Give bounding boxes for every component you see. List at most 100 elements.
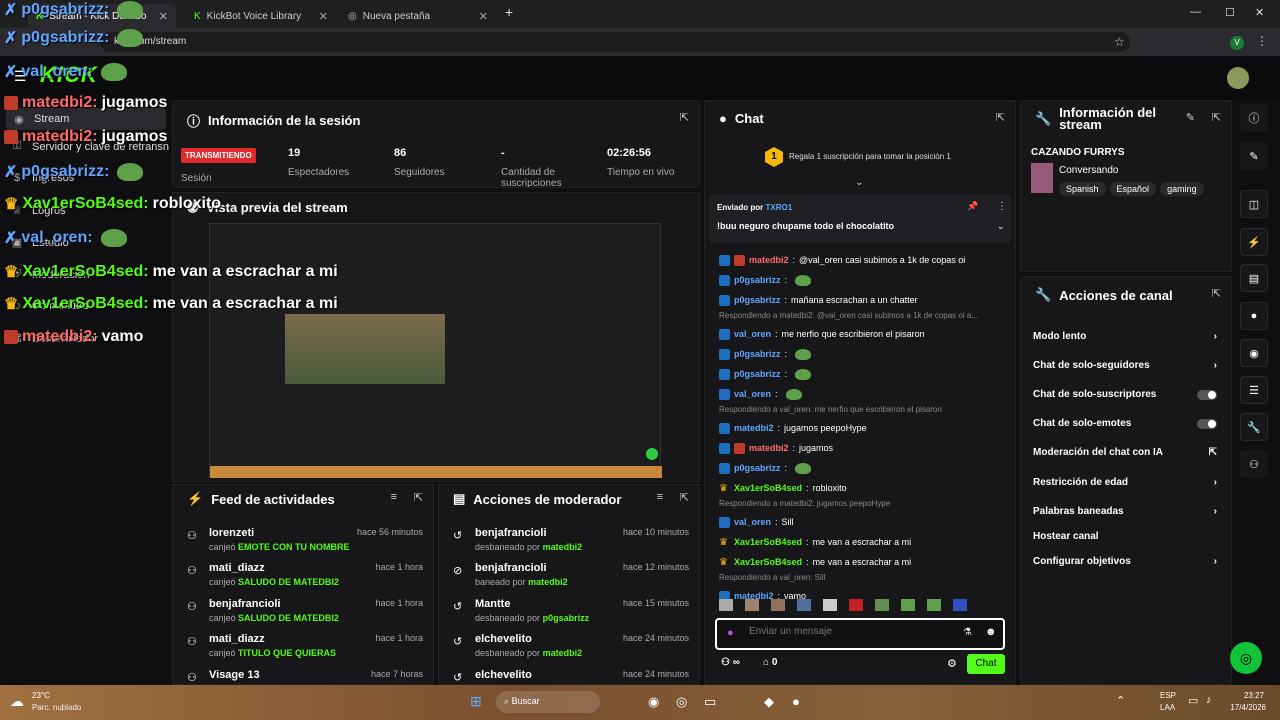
popout-icon[interactable]: ⇱ — [680, 111, 689, 124]
chat-username[interactable]: val_oren — [734, 517, 771, 527]
tag[interactable]: Spanish — [1059, 182, 1106, 196]
filter-icon[interactable]: ≡ — [657, 491, 663, 503]
clock-time[interactable]: 23:27 — [1228, 691, 1264, 700]
popout-icon[interactable]: ⇱ — [996, 111, 1005, 124]
obs-icon[interactable]: ● — [792, 694, 800, 709]
settings-gear-icon[interactable]: ⚙ — [947, 657, 957, 670]
more-icon[interactable]: ⋮ — [997, 201, 1007, 212]
chat-username[interactable]: p0gsabrizz — [734, 295, 781, 305]
chat-input-box[interactable]: ● ⚗ ☻ — [715, 618, 1005, 650]
chat-username[interactable]: p0gsabrizz — [734, 463, 781, 473]
chat-username[interactable]: p0gsabrizz — [734, 369, 781, 379]
mod-target-user[interactable]: benjafrancioli — [475, 527, 547, 539]
filter-icon[interactable]: ≡ — [391, 491, 397, 503]
new-tab-button[interactable]: + — [505, 4, 513, 20]
close-tab-icon[interactable]: ✕ — [479, 10, 488, 23]
toggle-switch[interactable] — [1197, 389, 1217, 400]
chat-username[interactable]: Xav1erSoB4sed — [734, 537, 802, 547]
server-icon[interactable]: ☰ — [1240, 376, 1268, 404]
emote-icon[interactable] — [849, 599, 863, 611]
chat-bubble-icon[interactable]: ● — [1240, 302, 1268, 330]
action-age-restriction[interactable]: Restricción de edad › — [1033, 477, 1217, 488]
chat-username[interactable]: matedbi2 — [734, 423, 774, 433]
chat-input[interactable] — [749, 626, 949, 637]
activity-user[interactable]: Visage 13 — [209, 669, 260, 681]
tray-chevron-icon[interactable]: ⌃ — [1116, 694, 1125, 707]
pin-icon[interactable]: 📌 — [967, 201, 978, 212]
emote-icon[interactable] — [953, 599, 967, 611]
pencil-icon[interactable]: ✎ — [1240, 142, 1268, 170]
maximize-button[interactable]: ☐ — [1225, 6, 1235, 19]
chevron-down-icon[interactable]: ⌄ — [855, 177, 863, 188]
pinned-user[interactable]: TXRO1 — [765, 203, 792, 212]
toggle-switch[interactable] — [1197, 418, 1217, 429]
close-window-button[interactable]: ✕ — [1255, 6, 1264, 19]
bolt-icon[interactable]: ⚡ — [1240, 228, 1268, 256]
mod-target-user[interactable]: elchevelito — [475, 633, 532, 645]
chat-username[interactable]: matedbi2 — [749, 443, 789, 453]
emote-icon[interactable] — [719, 599, 733, 611]
minimize-button[interactable]: — — [1190, 6, 1201, 18]
expand-icon[interactable]: ⌄ — [997, 221, 1005, 232]
emote-icon[interactable] — [771, 599, 785, 611]
user-avatar[interactable] — [1227, 67, 1249, 89]
tag[interactable]: gaming — [1160, 182, 1204, 196]
emote-icon[interactable] — [901, 599, 915, 611]
action-goals[interactable]: Configurar objetivos › — [1033, 556, 1217, 567]
emote-icon[interactable] — [875, 599, 889, 611]
network-icon[interactable]: ▭ — [1188, 694, 1198, 707]
bookmark-star-icon[interactable]: ☆ — [1114, 35, 1125, 49]
action-host-channel[interactable]: Hostear canal — [1033, 531, 1217, 542]
close-tab-icon[interactable]: ✕ — [159, 10, 168, 23]
browser-tab[interactable]: ◎ Nueva pestaña ✕ — [340, 4, 496, 28]
popout-icon[interactable]: ⇱ — [680, 491, 689, 504]
chat-username[interactable]: Xav1erSoB4sed — [734, 483, 802, 493]
chat-username[interactable]: p0gsabrizz — [734, 275, 781, 285]
activity-user[interactable]: lorenzeti — [209, 527, 254, 539]
microphone-icon[interactable]: ● — [727, 627, 734, 639]
chat-username[interactable]: p0gsabrizz — [734, 349, 781, 359]
mod-target-user[interactable]: elchevelito — [475, 669, 532, 681]
url-field[interactable]: kick.com/stream — [100, 32, 1130, 52]
tag[interactable]: Español — [1109, 182, 1157, 196]
kickbot-icon[interactable]: ⚗ — [963, 627, 972, 638]
info-icon[interactable]: ⓘ — [1240, 104, 1268, 132]
points-icon[interactable]: ⚇ — [1240, 450, 1268, 478]
points-display[interactable]: ⚇ ∞ — [721, 657, 740, 668]
camera-icon[interactable]: ◫ — [1240, 190, 1268, 218]
action-followers-only[interactable]: Chat de solo-seguidores › — [1033, 360, 1217, 371]
emote-icon[interactable] — [797, 599, 811, 611]
send-chat-button[interactable]: Chat — [967, 654, 1005, 674]
action-slow-mode[interactable]: Modo lento › — [1033, 331, 1217, 342]
gift-display[interactable]: ⌂ 0 — [763, 657, 777, 668]
edit-icon[interactable]: ✎ — [1186, 111, 1195, 124]
broadcast-icon[interactable]: ◉ — [1240, 339, 1268, 367]
chat-username[interactable]: val_oren — [734, 329, 771, 339]
popout-icon[interactable]: ⇱ — [414, 491, 423, 504]
action-emotes-only[interactable]: Chat de solo-emotes — [1033, 418, 1217, 429]
weather-temp[interactable]: 23°C — [32, 691, 50, 700]
action-subs-only[interactable]: Chat de solo-suscriptores — [1033, 389, 1217, 400]
emote-icon[interactable] — [823, 599, 837, 611]
taskbar-search[interactable]: ⌕ Buscar — [496, 691, 600, 713]
discord-icon[interactable]: ◉ — [648, 694, 659, 710]
emote-icon[interactable] — [745, 599, 759, 611]
activity-user[interactable]: mati_diazz — [209, 562, 265, 574]
activity-user[interactable]: mati_diazz — [209, 633, 265, 645]
action-ai-moderation[interactable]: Moderación del chat con IA ⇱ — [1033, 447, 1217, 458]
volume-icon[interactable]: ♪ — [1206, 694, 1212, 706]
chat-username[interactable]: matedbi2 — [749, 255, 789, 265]
chat-username[interactable]: Xav1erSoB4sed — [734, 557, 802, 567]
explorer-icon[interactable]: ▭ — [704, 694, 716, 710]
activity-user[interactable]: benjafrancioli — [209, 598, 281, 610]
windows-start-icon[interactable]: ⊞ — [470, 693, 482, 710]
browser-tab[interactable]: K KickBot Voice Library ✕ — [186, 4, 336, 28]
menu-kebab-icon[interactable]: ⋮ — [1256, 34, 1268, 48]
popout-icon[interactable]: ⇱ — [1212, 287, 1221, 300]
clipboard-icon[interactable]: ▤ — [1240, 264, 1268, 292]
app-icon[interactable]: ◆ — [764, 694, 774, 710]
emote-icon[interactable] — [927, 599, 941, 611]
popout-icon[interactable]: ⇱ — [1212, 111, 1221, 124]
close-tab-icon[interactable]: ✕ — [319, 10, 328, 23]
emoji-icon[interactable]: ☻ — [985, 626, 997, 638]
